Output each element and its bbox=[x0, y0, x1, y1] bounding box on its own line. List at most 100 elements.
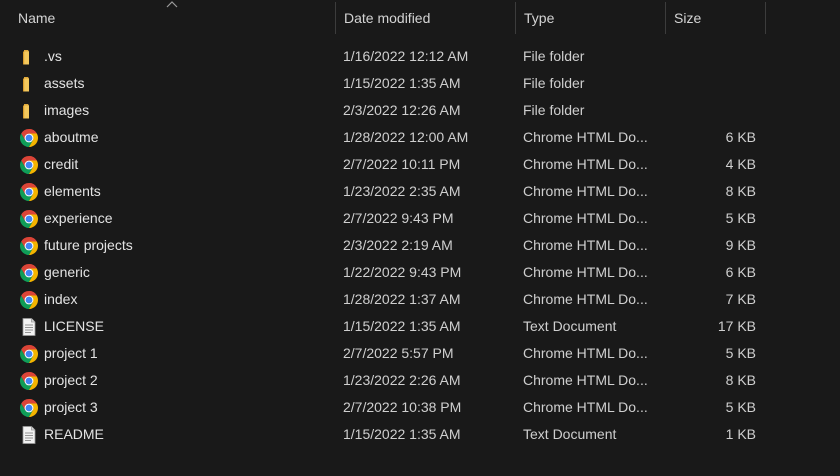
file-size: 9 KB bbox=[725, 237, 756, 253]
file-type: File folder bbox=[523, 48, 585, 64]
file-name: project 1 bbox=[44, 345, 98, 361]
file-name: project 2 bbox=[44, 372, 98, 388]
column-header-size[interactable]: Size bbox=[666, 2, 764, 34]
file-date-modified: 2/7/2022 5:57 PM bbox=[343, 345, 454, 361]
column-divider[interactable] bbox=[765, 2, 766, 34]
file-size: 8 KB bbox=[725, 372, 756, 388]
file-size: 5 KB bbox=[725, 399, 756, 415]
file-name: LICENSE bbox=[44, 318, 104, 334]
file-size: 7 KB bbox=[725, 291, 756, 307]
file-row[interactable]: project 2 1/23/2022 2:26 AM Chrome HTML Do… bbox=[0, 367, 840, 394]
file-name: aboutme bbox=[44, 129, 99, 145]
file-type: Chrome HTML Do... bbox=[523, 345, 648, 361]
file-type: Chrome HTML Do... bbox=[523, 183, 648, 199]
file-type: Text Document bbox=[523, 318, 617, 334]
file-type: Chrome HTML Do... bbox=[523, 129, 648, 145]
file-row[interactable]: index 1/28/2022 1:37 AM Chrome HTML Do... 7… bbox=[0, 286, 840, 313]
file-name: future projects bbox=[44, 237, 133, 253]
file-date-modified: 2/3/2022 12:26 AM bbox=[343, 102, 461, 118]
column-header-date[interactable]: Date modified bbox=[336, 2, 514, 34]
file-size: 8 KB bbox=[725, 183, 756, 199]
folder-icon bbox=[19, 47, 39, 67]
column-header-type[interactable]: Type bbox=[516, 2, 664, 34]
file-name: images bbox=[44, 102, 90, 118]
file-date-modified: 1/15/2022 1:35 AM bbox=[343, 426, 461, 442]
file-name: assets bbox=[44, 75, 85, 91]
file-type: Chrome HTML Do... bbox=[523, 264, 648, 280]
file-date-modified: 1/15/2022 1:35 AM bbox=[343, 75, 461, 91]
chrome-icon bbox=[19, 182, 39, 202]
file-size: 1 KB bbox=[725, 426, 756, 442]
file-type: File folder bbox=[523, 102, 585, 118]
file-row[interactable]: README 1/15/2022 1:35 AM Text Document 1 KB bbox=[0, 421, 840, 448]
chrome-icon bbox=[19, 290, 39, 310]
file-date-modified: 1/28/2022 1:37 AM bbox=[343, 291, 461, 307]
file-row[interactable]: LICENSE 1/15/2022 1:35 AM Text Document 17 … bbox=[0, 313, 840, 340]
file-date-modified: 1/23/2022 2:35 AM bbox=[343, 183, 461, 199]
file-row[interactable]: .vs 1/16/2022 12:12 AM File folder bbox=[0, 43, 840, 70]
file-type: Text Document bbox=[523, 426, 617, 442]
column-header-name-label: Name bbox=[18, 10, 56, 26]
file-type: Chrome HTML Do... bbox=[523, 291, 648, 307]
file-row[interactable]: elements 1/23/2022 2:35 AM Chrome HTML Do.… bbox=[0, 178, 840, 205]
chrome-icon bbox=[19, 263, 39, 283]
file-row[interactable]: assets 1/15/2022 1:35 AM File folder bbox=[0, 70, 840, 97]
file-list: .vs 1/16/2022 12:12 AM File folder assets 1/… bbox=[0, 43, 840, 448]
file-name: elements bbox=[44, 183, 101, 199]
file-type: Chrome HTML Do... bbox=[523, 210, 648, 226]
file-row[interactable]: credit 2/7/2022 10:11 PM Chrome HTML Do...… bbox=[0, 151, 840, 178]
file-row[interactable]: images 2/3/2022 12:26 AM File folder bbox=[0, 97, 840, 124]
file-name: project 3 bbox=[44, 399, 98, 415]
file-date-modified: 2/7/2022 9:43 PM bbox=[343, 210, 454, 226]
chrome-icon bbox=[19, 398, 39, 418]
file-name: generic bbox=[44, 264, 90, 280]
file-type: File folder bbox=[523, 75, 585, 91]
chrome-icon bbox=[19, 128, 39, 148]
file-size bbox=[672, 43, 756, 70]
file-date-modified: 2/7/2022 10:38 PM bbox=[343, 399, 462, 415]
file-type: Chrome HTML Do... bbox=[523, 372, 648, 388]
folder-icon bbox=[19, 101, 39, 121]
column-header-type-label: Type bbox=[524, 10, 555, 26]
file-date-modified: 1/15/2022 1:35 AM bbox=[343, 318, 461, 334]
file-size: 4 KB bbox=[725, 156, 756, 172]
folder-icon bbox=[19, 74, 39, 94]
file-size: 6 KB bbox=[725, 264, 756, 280]
file-size bbox=[672, 70, 756, 97]
column-header-date-label: Date modified bbox=[344, 10, 431, 26]
file-date-modified: 1/16/2022 12:12 AM bbox=[343, 48, 469, 64]
column-header-name[interactable]: Name bbox=[10, 2, 334, 34]
file-date-modified: 2/3/2022 2:19 AM bbox=[343, 237, 453, 253]
file-date-modified: 2/7/2022 10:11 PM bbox=[343, 156, 461, 172]
file-date-modified: 1/28/2022 12:00 AM bbox=[343, 129, 469, 145]
file-name: index bbox=[44, 291, 78, 307]
file-row[interactable]: project 1 2/7/2022 5:57 PM Chrome HTML Do.… bbox=[0, 340, 840, 367]
file-row[interactable]: project 3 2/7/2022 10:38 PM Chrome HTML Do… bbox=[0, 394, 840, 421]
chrome-icon bbox=[19, 371, 39, 391]
file-row[interactable]: experience 2/7/2022 9:43 PM Chrome HTML Do… bbox=[0, 205, 840, 232]
file-row[interactable]: generic 1/22/2022 9:43 PM Chrome HTML Do..… bbox=[0, 259, 840, 286]
file-date-modified: 1/22/2022 9:43 PM bbox=[343, 264, 462, 280]
file-size: 5 KB bbox=[725, 210, 756, 226]
text-document-icon bbox=[19, 317, 39, 337]
file-type: Chrome HTML Do... bbox=[523, 156, 648, 172]
file-type: Chrome HTML Do... bbox=[523, 399, 648, 415]
file-date-modified: 1/23/2022 2:26 AM bbox=[343, 372, 461, 388]
column-header-size-label: Size bbox=[674, 10, 702, 26]
file-name: README bbox=[44, 426, 104, 442]
chrome-icon bbox=[19, 236, 39, 256]
file-size: 6 KB bbox=[725, 129, 756, 145]
file-name: .vs bbox=[44, 48, 62, 64]
text-document-icon bbox=[19, 425, 39, 445]
chrome-icon bbox=[19, 344, 39, 364]
file-row[interactable]: future projects 2/3/2022 2:19 AM Chrome HT… bbox=[0, 232, 840, 259]
file-name: credit bbox=[44, 156, 79, 172]
chrome-icon bbox=[19, 209, 39, 229]
file-size: 17 KB bbox=[717, 318, 756, 334]
file-explorer: Name Date modified Type Size .vs 1/16/202… bbox=[0, 0, 840, 476]
file-size: 5 KB bbox=[725, 345, 756, 361]
column-header-row: Name Date modified Type Size bbox=[0, 0, 840, 36]
file-row[interactable]: aboutme 1/28/2022 12:00 AM Chrome HTML Do.… bbox=[0, 124, 840, 151]
file-type: Chrome HTML Do... bbox=[523, 237, 648, 253]
chrome-icon bbox=[19, 155, 39, 175]
